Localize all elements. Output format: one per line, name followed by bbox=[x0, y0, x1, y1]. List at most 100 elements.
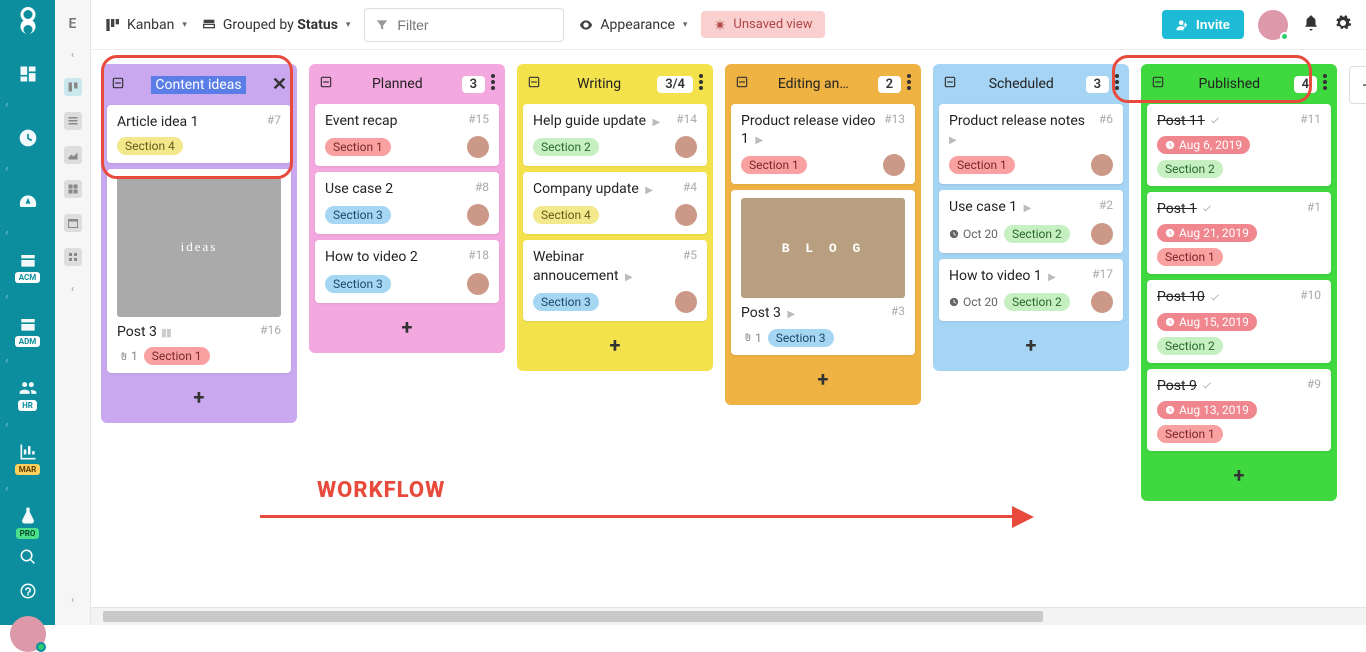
workspace-letter[interactable]: E bbox=[69, 8, 77, 40]
assignee-avatar[interactable] bbox=[467, 204, 489, 226]
add-card-button[interactable]: + bbox=[939, 327, 1123, 363]
column-title[interactable]: Planned bbox=[339, 76, 456, 92]
collapse-icon[interactable] bbox=[735, 75, 749, 93]
view-grid-icon[interactable] bbox=[64, 248, 82, 266]
chevron-left-icon[interactable]: ‹ bbox=[71, 585, 74, 615]
more-icon[interactable] bbox=[907, 74, 911, 94]
gear-icon[interactable] bbox=[1334, 14, 1352, 36]
card[interactable]: Webinar annoucement ▶#5Section 3 bbox=[523, 240, 707, 320]
chevron-left-icon[interactable]: ‹ bbox=[6, 164, 50, 176]
scroll-thumb[interactable] bbox=[103, 611, 1043, 622]
section-tag[interactable]: Section 1 bbox=[1157, 248, 1223, 266]
view-type-selector[interactable]: Kanban ▾ bbox=[105, 17, 187, 33]
help-icon[interactable] bbox=[19, 582, 37, 604]
nav-adm[interactable]: ADM bbox=[6, 308, 50, 352]
assignee-avatar[interactable] bbox=[467, 136, 489, 158]
nav-gauge[interactable] bbox=[6, 180, 50, 224]
more-icon[interactable] bbox=[1115, 74, 1119, 94]
section-tag[interactable]: Section 3 bbox=[533, 293, 599, 311]
group-by-selector[interactable]: Grouped by Status ▾ bbox=[201, 17, 351, 33]
collapse-icon[interactable] bbox=[1151, 75, 1165, 93]
add-card-button[interactable]: + bbox=[107, 379, 291, 415]
section-tag[interactable]: Section 2 bbox=[1157, 337, 1223, 355]
card[interactable]: Post 10#10Aug 15, 2019Section 2 bbox=[1147, 280, 1331, 362]
section-tag[interactable]: Section 1 bbox=[741, 156, 807, 174]
unsaved-view-badge[interactable]: Unsaved view bbox=[701, 11, 824, 38]
bell-icon[interactable] bbox=[1302, 14, 1320, 36]
view-list-icon[interactable] bbox=[64, 112, 82, 130]
card[interactable]: Post 11#11Aug 6, 2019Section 2 bbox=[1147, 104, 1331, 186]
view-table-icon[interactable] bbox=[64, 180, 82, 198]
section-tag[interactable]: Section 1 bbox=[325, 138, 391, 156]
chevron-left-icon[interactable]: ‹ bbox=[71, 274, 74, 304]
card[interactable]: Company update ▶#4Section 4 bbox=[523, 172, 707, 234]
column-title[interactable]: Published bbox=[1171, 76, 1288, 92]
view-calendar-icon[interactable] bbox=[64, 214, 82, 232]
chevron-left-icon[interactable]: ‹ bbox=[6, 484, 50, 496]
chevron-left-icon[interactable]: ‹ bbox=[6, 356, 50, 368]
section-tag[interactable]: Section 3 bbox=[325, 206, 391, 224]
card[interactable]: Post 9#9Aug 13, 2019Section 1 bbox=[1147, 369, 1331, 451]
card[interactable]: Product release notes ▶#6Section 1 bbox=[939, 104, 1123, 184]
card[interactable]: How to video 2#18Section 3 bbox=[315, 240, 499, 302]
assignee-avatar[interactable] bbox=[675, 291, 697, 313]
more-icon[interactable] bbox=[1323, 74, 1327, 94]
add-card-button[interactable]: + bbox=[315, 309, 499, 345]
chevron-left-icon[interactable]: ‹ bbox=[6, 292, 50, 304]
assignee-avatar[interactable] bbox=[883, 154, 905, 176]
card[interactable]: Use case 1 ▶#2Oct 20Section 2 bbox=[939, 190, 1123, 252]
card[interactable]: Post 1#1Aug 21, 2019Section 1 bbox=[1147, 192, 1331, 274]
add-card-button[interactable]: + bbox=[731, 361, 915, 397]
collapse-icon[interactable] bbox=[111, 76, 125, 94]
card[interactable]: How to video 1 ▶#17Oct 20Section 2 bbox=[939, 259, 1123, 321]
nav-pro[interactable]: PRO bbox=[6, 500, 50, 544]
appearance-selector[interactable]: Appearance ▾ bbox=[578, 17, 687, 33]
assignee-avatar[interactable] bbox=[467, 273, 489, 295]
filter-input-wrap[interactable] bbox=[364, 8, 564, 42]
chevron-left-icon[interactable]: ‹ bbox=[6, 100, 50, 112]
chevron-left-icon[interactable]: ‹ bbox=[71, 40, 74, 70]
section-tag[interactable]: Section 1 bbox=[144, 347, 210, 365]
column-title[interactable]: Editing an… bbox=[755, 76, 872, 92]
card[interactable]: Help guide update ▶#14Section 2 bbox=[523, 104, 707, 166]
view-board-icon[interactable] bbox=[64, 78, 82, 96]
card[interactable]: Product release video 1 ▶#13Section 1 bbox=[731, 104, 915, 184]
card[interactable]: Article idea 1#7Section 4 bbox=[107, 105, 291, 163]
card[interactable]: ideasPost 3▮▮#161Section 1 bbox=[107, 169, 291, 373]
nav-acm[interactable]: ACM bbox=[6, 244, 50, 288]
card[interactable]: Event recap#15Section 1 bbox=[315, 104, 499, 166]
section-tag[interactable]: Section 2 bbox=[1004, 293, 1070, 311]
column-title[interactable]: Content ideas bbox=[131, 77, 266, 93]
app-logo-icon[interactable] bbox=[10, 4, 46, 40]
assignee-avatar[interactable] bbox=[1091, 223, 1113, 245]
add-card-button[interactable]: + bbox=[523, 327, 707, 363]
more-icon[interactable] bbox=[491, 74, 495, 94]
kanban-board[interactable]: Content ideas ✕ Article idea 1#7Section 4 i… bbox=[91, 50, 1366, 605]
collapse-icon[interactable] bbox=[319, 75, 333, 93]
horizontal-scrollbar[interactable] bbox=[91, 607, 1366, 625]
collapse-icon[interactable] bbox=[943, 75, 957, 93]
user-avatar[interactable] bbox=[10, 616, 46, 652]
assignee-avatar[interactable] bbox=[1091, 291, 1113, 313]
section-tag[interactable]: Section 2 bbox=[1004, 225, 1070, 243]
view-chart-icon[interactable] bbox=[64, 146, 82, 164]
section-tag[interactable]: Section 4 bbox=[533, 206, 599, 224]
card[interactable]: B L O GPost 3 ▶#31Section 3 bbox=[731, 190, 915, 354]
nav-clock[interactable] bbox=[6, 116, 50, 160]
nav-mar[interactable]: MAR bbox=[6, 436, 50, 480]
chevron-left-icon[interactable]: ‹ bbox=[6, 420, 50, 432]
add-card-button[interactable]: + bbox=[1147, 457, 1331, 493]
invite-button[interactable]: Invite bbox=[1162, 10, 1244, 39]
assignee-avatar[interactable] bbox=[675, 204, 697, 226]
section-tag[interactable]: Section 3 bbox=[768, 329, 834, 347]
assignee-avatar[interactable] bbox=[1091, 154, 1113, 176]
section-tag[interactable]: Section 2 bbox=[533, 138, 599, 156]
column-title[interactable]: Scheduled bbox=[963, 76, 1080, 92]
section-tag[interactable]: Section 1 bbox=[949, 156, 1015, 174]
close-icon[interactable]: ✕ bbox=[272, 74, 287, 95]
card[interactable]: Use case 2#8Section 3 bbox=[315, 172, 499, 234]
add-column-button[interactable]: + bbox=[1349, 66, 1366, 104]
section-tag[interactable]: Section 2 bbox=[1157, 160, 1223, 178]
user-avatar[interactable] bbox=[1258, 10, 1288, 40]
collapse-icon[interactable] bbox=[527, 75, 541, 93]
